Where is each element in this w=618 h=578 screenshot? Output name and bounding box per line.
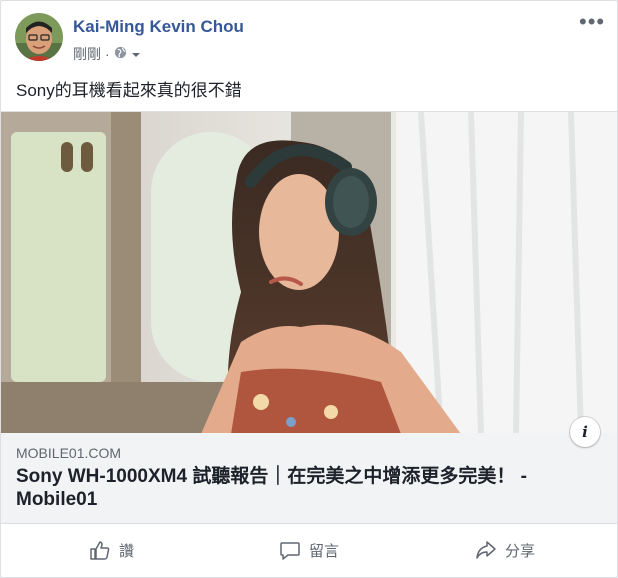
- post-meta: 剛剛 ·: [73, 44, 141, 64]
- meta-separator: ·: [105, 46, 110, 62]
- comment-button[interactable]: 留言: [279, 532, 339, 568]
- audience-chevron-icon[interactable]: [131, 46, 141, 62]
- share-arrow-icon: [475, 539, 497, 561]
- post-actions-bar: 讚 留言 分享: [1, 523, 617, 578]
- share-button[interactable]: 分享: [475, 532, 535, 568]
- link-preview-meta[interactable]: i MOBILE01.COM Sony WH-1000XM4 試聽報告｜在完美之…: [1, 417, 617, 523]
- link-title[interactable]: Sony WH-1000XM4 試聽報告｜在完美之中增添更多完美！ - Mobi…: [16, 465, 592, 511]
- comment-bubble-icon: [279, 539, 301, 561]
- thumbs-up-icon: [89, 539, 111, 561]
- timestamp[interactable]: 剛剛: [73, 44, 101, 64]
- post-header: Kai-Ming Kevin Chou 剛剛 · •••: [15, 11, 607, 65]
- author-name[interactable]: Kai-Ming Kevin Chou: [73, 17, 244, 37]
- link-preview[interactable]: i MOBILE01.COM Sony WH-1000XM4 試聽報告｜在完美之…: [1, 111, 617, 523]
- info-icon[interactable]: i: [570, 417, 600, 447]
- link-preview-image[interactable]: [1, 111, 617, 434]
- post-status-text: Sony的耳機看起來真的很不錯: [16, 81, 242, 100]
- link-domain: MOBILE01.COM: [16, 445, 122, 461]
- share-label: 分享: [505, 542, 536, 560]
- more-options-icon[interactable]: •••: [579, 11, 605, 35]
- like-button[interactable]: 讚: [89, 532, 134, 568]
- avatar[interactable]: [15, 13, 63, 61]
- globe-icon[interactable]: [114, 46, 127, 62]
- like-label: 讚: [119, 542, 135, 560]
- feed-post: Kai-Ming Kevin Chou 剛剛 · ••• Sony的耳機看起來真…: [0, 0, 618, 578]
- comment-label: 留言: [309, 542, 340, 560]
